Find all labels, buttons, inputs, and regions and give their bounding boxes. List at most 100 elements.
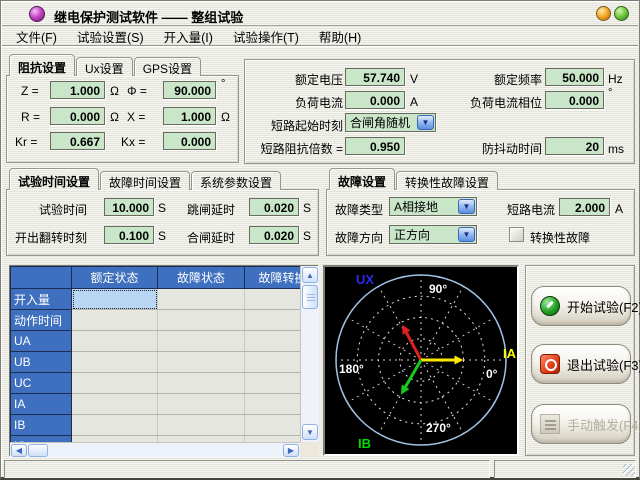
rated-freq-field[interactable]: 50.000 bbox=[545, 68, 604, 86]
stop-icon bbox=[540, 354, 560, 374]
manual-trigger-label: 手动触发(F4) bbox=[567, 415, 640, 434]
sc-multiple-field[interactable]: 0.950 bbox=[345, 137, 405, 155]
result-table: 额定状态 故障状态 故障转换 开入量 动作时间 UA UB UC IA IB I… bbox=[9, 265, 318, 456]
axis-label-180: 180° bbox=[339, 362, 364, 376]
trip-delay-field[interactable]: 0.020 bbox=[249, 198, 299, 216]
menu-file[interactable]: 文件(F) bbox=[6, 25, 67, 48]
close-delay-label: 合闸延时 bbox=[155, 229, 235, 246]
menu-binary-input[interactable]: 开入量(I) bbox=[154, 25, 223, 48]
table-cell[interactable] bbox=[245, 415, 301, 436]
table-cell[interactable] bbox=[158, 289, 245, 310]
r-field[interactable]: 0.000 bbox=[50, 107, 105, 125]
chevron-down-icon[interactable]: ▼ bbox=[458, 199, 475, 214]
time-tabstrip: 试验时间设置 故障时间设置 系统参数设置 bbox=[9, 168, 282, 190]
x-label: X = bbox=[127, 110, 145, 124]
table-cell[interactable] bbox=[72, 310, 158, 331]
convert-fault-label: 转换性故障 bbox=[530, 229, 590, 246]
table-cell[interactable] bbox=[245, 310, 301, 331]
tab-fault-settings[interactable]: 故障设置 bbox=[329, 168, 395, 190]
tab-fault-time[interactable]: 故障时间设置 bbox=[100, 171, 190, 190]
kr-field[interactable]: 0.667 bbox=[50, 132, 105, 150]
tab-ux-settings[interactable]: Ux设置 bbox=[76, 57, 133, 76]
table-cell[interactable] bbox=[72, 352, 158, 373]
chevron-down-icon[interactable]: ▼ bbox=[458, 227, 475, 242]
title-bar: 继电保护测试软件 —— 整组试验 bbox=[2, 2, 638, 26]
scrollbar-corner bbox=[300, 442, 319, 456]
fault-type-label: 故障类型 bbox=[335, 201, 383, 218]
convert-fault-checkbox[interactable] bbox=[509, 227, 524, 242]
debounce-field[interactable]: 20 bbox=[545, 137, 604, 155]
vertical-scrollbar[interactable]: ▲ ▼ bbox=[300, 266, 319, 442]
phi-field[interactable]: 90.000 bbox=[163, 81, 216, 99]
tab-gps-settings[interactable]: GPS设置 bbox=[134, 57, 201, 76]
menu-test-operation[interactable]: 试验操作(T) bbox=[223, 25, 309, 48]
z-unit: Ω bbox=[110, 84, 119, 98]
manual-trigger-button[interactable]: 手动触发(F4) bbox=[531, 404, 631, 444]
table-cell-selected[interactable] bbox=[72, 289, 158, 310]
row-header: IB bbox=[11, 415, 72, 436]
result-grid: 额定状态 故障状态 故障转换 开入量 动作时间 UA UB UC IA IB I… bbox=[10, 266, 300, 442]
table-cell[interactable] bbox=[158, 310, 245, 331]
tab-convert-fault-settings[interactable]: 转换性故障设置 bbox=[396, 171, 498, 190]
resize-grip[interactable] bbox=[623, 464, 635, 476]
tab-test-time[interactable]: 试验时间设置 bbox=[9, 168, 99, 190]
test-time-field[interactable]: 10.000 bbox=[104, 198, 154, 216]
phasor-label-ux: UX bbox=[356, 272, 374, 287]
table-row: IB bbox=[11, 415, 301, 436]
col-fault-state[interactable]: 故障状态 bbox=[158, 267, 245, 289]
sc-multiple-label: 短路阻抗倍数 = bbox=[247, 140, 343, 157]
table-cell[interactable] bbox=[245, 289, 301, 310]
horizontal-scrollbar[interactable]: ◀ ▶ bbox=[10, 442, 300, 457]
horizontal-scroll-thumb[interactable] bbox=[28, 444, 48, 457]
fault-dir-dropdown[interactable]: 正方向 ▼ bbox=[389, 225, 477, 244]
close-button[interactable] bbox=[614, 6, 629, 21]
exit-test-button[interactable]: 退出试验(F3) bbox=[531, 344, 631, 384]
table-cell[interactable] bbox=[72, 415, 158, 436]
table-cell[interactable] bbox=[158, 331, 245, 352]
sc-current-field[interactable]: 2.000 bbox=[559, 198, 610, 216]
table-cell[interactable] bbox=[245, 352, 301, 373]
flip-time-field[interactable]: 0.100 bbox=[104, 226, 154, 244]
table-cell[interactable] bbox=[72, 331, 158, 352]
minimize-button[interactable] bbox=[596, 6, 611, 21]
load-current-field[interactable]: 0.000 bbox=[345, 91, 405, 109]
table-cell[interactable] bbox=[158, 373, 245, 394]
sc-current-label: 短路电流 bbox=[505, 201, 555, 218]
vertical-scroll-thumb[interactable] bbox=[302, 285, 318, 309]
menu-test-settings[interactable]: 试验设置(S) bbox=[67, 25, 154, 48]
chevron-down-icon[interactable]: ▼ bbox=[417, 115, 434, 130]
table-cell[interactable] bbox=[158, 394, 245, 415]
fault-type-dropdown[interactable]: A相接地 ▼ bbox=[389, 197, 477, 216]
scroll-up-icon[interactable]: ▲ bbox=[302, 267, 318, 283]
kx-field[interactable]: 0.000 bbox=[163, 132, 216, 150]
sc-start-dropdown[interactable]: 合闸角随机 ▼ bbox=[345, 113, 436, 132]
menu-help[interactable]: 帮助(H) bbox=[309, 25, 371, 48]
table-cell[interactable] bbox=[158, 415, 245, 436]
table-cell[interactable] bbox=[245, 373, 301, 394]
start-test-button[interactable]: 开始试验(F2) bbox=[531, 286, 631, 326]
menu-bar: 文件(F) 试验设置(S) 开入量(I) 试验操作(T) 帮助(H) bbox=[2, 27, 638, 46]
close-delay-field[interactable]: 0.020 bbox=[249, 226, 299, 244]
tab-system-params[interactable]: 系统参数设置 bbox=[191, 171, 281, 190]
rated-voltage-field[interactable]: 57.740 bbox=[345, 68, 405, 86]
scroll-left-icon[interactable]: ◀ bbox=[11, 444, 27, 457]
z-field[interactable]: 1.000 bbox=[50, 81, 105, 99]
row-header: 开入量 bbox=[11, 289, 72, 310]
scroll-right-icon[interactable]: ▶ bbox=[283, 444, 299, 457]
table-cell[interactable] bbox=[158, 352, 245, 373]
sc-start-label: 短路起始时刻 bbox=[253, 117, 343, 134]
col-rated-state[interactable]: 额定状态 bbox=[72, 267, 158, 289]
col-fault-convert[interactable]: 故障转换 bbox=[245, 267, 301, 289]
table-cell[interactable] bbox=[72, 373, 158, 394]
x-field[interactable]: 1.000 bbox=[163, 107, 216, 125]
scroll-down-icon[interactable]: ▼ bbox=[302, 424, 318, 440]
tab-impedance-settings[interactable]: 阻抗设置 bbox=[9, 54, 75, 76]
table-row: UA bbox=[11, 331, 301, 352]
rated-voltage-unit: V bbox=[410, 72, 418, 86]
table-cell[interactable] bbox=[72, 394, 158, 415]
table-cell[interactable] bbox=[245, 331, 301, 352]
fault-settings-panel: 故障类型 A相接地 ▼ 短路电流 2.000 A 故障方向 正方向 ▼ 转换性故… bbox=[326, 189, 635, 256]
status-bar-right bbox=[494, 460, 636, 478]
table-cell[interactable] bbox=[245, 394, 301, 415]
load-phase-field[interactable]: 0.000 bbox=[545, 91, 604, 109]
